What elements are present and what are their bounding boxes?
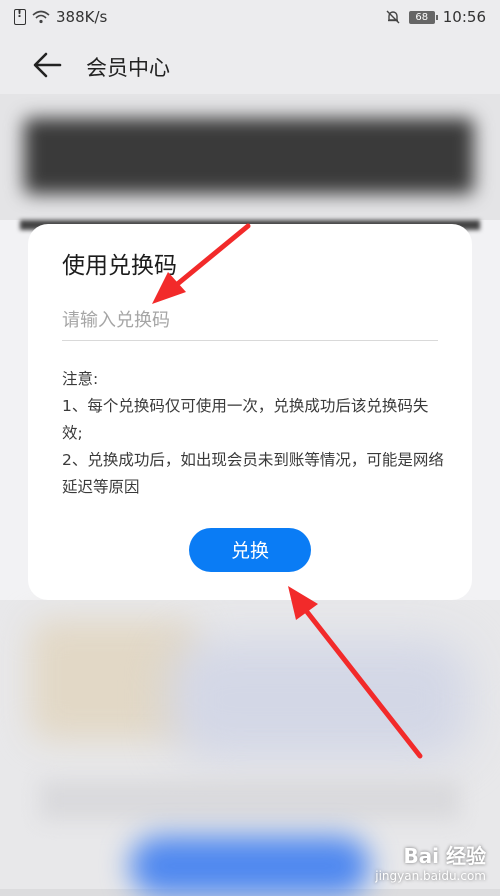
status-right: 68 10:56 xyxy=(385,8,486,26)
blurred-card xyxy=(24,118,474,194)
notice-text: 注意: 1、每个兑换码仅可使用一次，兑换成功后该兑换码失效; 2、兑换成功后，如… xyxy=(62,366,446,501)
blurred-blue-button xyxy=(130,836,370,896)
redeem-button[interactable]: 兑换 xyxy=(189,528,311,572)
notice-line-1: 1、每个兑换码仅可使用一次，兑换成功后该兑换码失效; xyxy=(62,397,429,442)
battery-icon: 68 xyxy=(408,10,438,24)
sim-alert-icon xyxy=(14,7,26,25)
notice-heading: 注意: xyxy=(62,370,99,388)
page-title: 会员中心 xyxy=(86,56,170,80)
background-banner xyxy=(0,94,500,220)
watermark-brand: Bai 经验 xyxy=(403,844,486,868)
back-arrow-icon[interactable] xyxy=(30,50,64,80)
bell-muted-icon xyxy=(386,10,400,24)
watermark-url: jingyan.baidu.com xyxy=(375,869,486,883)
baidu-jingyan-watermark: Bai 经验 jingyan.baidu.com xyxy=(375,840,486,883)
notice-line-2: 2、兑换成功后，如出现会员未到账等情况，可能是网络延迟等原因 xyxy=(62,451,444,496)
blurred-blob xyxy=(170,640,470,760)
redeem-code-dialog: 使用兑换码 注意: 1、每个兑换码仅可使用一次，兑换成功后该兑换码失效; 2、兑… xyxy=(28,224,472,600)
status-left: 388K/s xyxy=(14,7,108,26)
status-time: 10:56 xyxy=(442,8,486,26)
redeem-code-input[interactable] xyxy=(62,300,438,341)
blurred-row xyxy=(40,780,460,820)
app-header: 会员中心 xyxy=(0,34,500,94)
status-bar: 388K/s 68 10:56 xyxy=(0,0,500,34)
dialog-title: 使用兑换码 xyxy=(62,253,177,279)
network-speed: 388K/s xyxy=(56,8,108,26)
wifi-icon xyxy=(32,10,50,24)
